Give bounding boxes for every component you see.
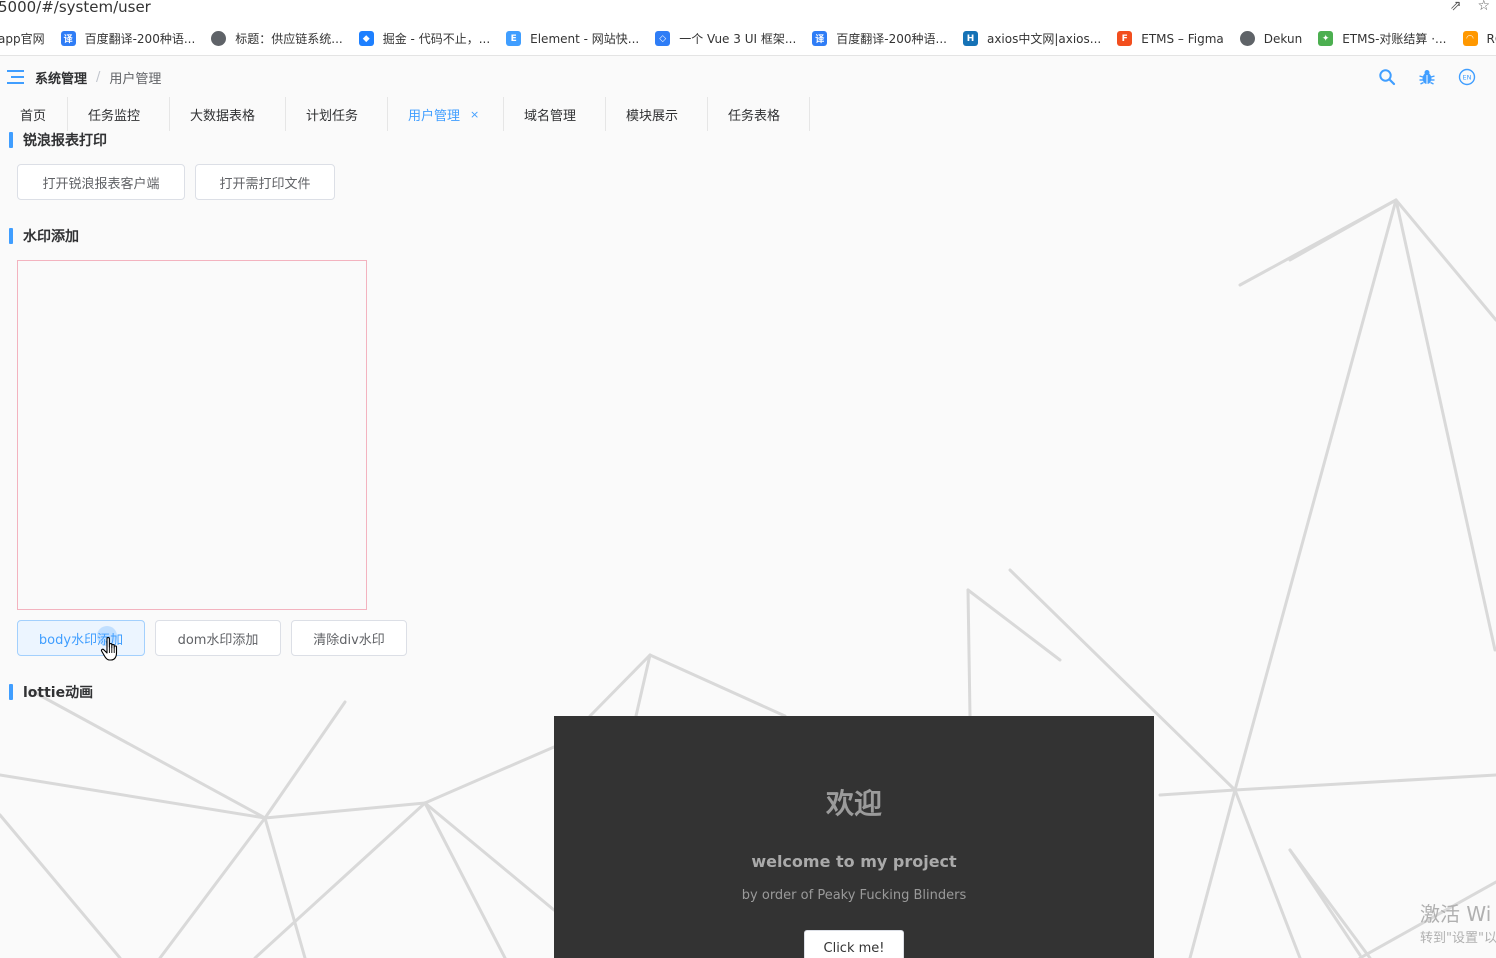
header-icons: EN: [1378, 68, 1476, 86]
bookmarks-bar: app官网译百度翻译-200种语... 标题：供应链系统... ◆ 掘金 - 代码不止…: [0, 22, 1496, 56]
browser-url-bar[interactable]: 5000/#/system/user ⇗ ☆: [0, 0, 1496, 22]
bookmark-label: axios中文网|axios...: [986, 32, 1102, 46]
bookmark-item[interactable]: Dekun: [1239, 31, 1303, 46]
tab-label: 用户管理: [408, 108, 461, 124]
juejin-icon: ◆: [358, 31, 374, 46]
tabs-bar: 首页 任务监控 大数据表格 计划任务 用户管理 × 域名管理 模块展示 任务表格: [0, 97, 810, 131]
section-marker: [9, 132, 13, 148]
tab-label: 任务监控: [88, 108, 141, 124]
bookmark-item[interactable]: ◆ 掘金 - 代码不止，...: [358, 30, 491, 47]
watermark-target-box: [17, 260, 367, 610]
bookmark-label: 标题：供应链系统...: [235, 32, 343, 46]
os-watermark-line2: 转到"设置"以: [1420, 931, 1496, 946]
bookmark-label: Dekun: [1263, 31, 1303, 46]
translate-icon: 译: [60, 31, 76, 46]
section-marker: [9, 228, 13, 244]
bookmark-label: RGB颜色: [1486, 32, 1496, 46]
translate-icon: 译: [812, 31, 828, 46]
app-header: 系统管理 / 用户管理 EN: [0, 57, 1496, 97]
dom-watermark-button[interactable]: dom水印添加: [155, 620, 281, 656]
welcome-byline: by order of Peaky Fucking Blinders: [741, 888, 967, 903]
open-report-client-button[interactable]: 打开锐浪报表客户端: [17, 164, 185, 200]
section-lottie-label: lottie动画: [23, 685, 94, 701]
bookmark-item[interactable]: ◠ RGB颜色: [1462, 30, 1496, 47]
tab-item[interactable]: 任务表格: [708, 97, 810, 131]
bookmark-item[interactable]: 译百度翻译-200种语...: [60, 30, 196, 47]
breadcrumb-user: 用户管理: [109, 71, 162, 87]
breadcrumb-system[interactable]: 系统管理: [35, 68, 87, 87]
hand-cursor-icon: [100, 636, 118, 661]
section-marker: [9, 684, 13, 700]
tab-label: 域名管理: [524, 108, 577, 124]
globe-icon: [1239, 31, 1255, 46]
body-watermark-button[interactable]: body水印添加: [17, 620, 145, 656]
tab-label: 计划任务: [306, 108, 359, 124]
tab-close-icon[interactable]: ×: [470, 108, 479, 121]
svg-text:EN: EN: [1463, 74, 1472, 82]
bookmark-label: 百度翻译-200种语...: [84, 32, 196, 46]
bookmark-item[interactable]: app官网: [0, 30, 45, 47]
star-icon[interactable]: ☆: [1477, 0, 1490, 14]
breadcrumb-separator: /: [96, 69, 101, 85]
open-print-file-button[interactable]: 打开需打印文件: [195, 164, 335, 200]
bookmark-item[interactable]: ◇ 一个 Vue 3 UI 框架...: [655, 30, 796, 47]
globe-icon: [211, 31, 227, 46]
tab-item[interactable]: 域名管理: [504, 97, 606, 131]
section-watermark-label: 水印添加: [23, 229, 79, 245]
bookmark-item[interactable]: ✦ ETMS-对账结算 ·...: [1318, 30, 1447, 47]
url-text[interactable]: 5000/#/system/user: [0, 0, 151, 16]
share-icon[interactable]: ⇗: [1450, 0, 1462, 14]
bookmark-item[interactable]: 标题：供应链系统...: [211, 30, 343, 47]
os-watermark-line1: 激活 Wi: [1420, 902, 1492, 926]
bookmark-item[interactable]: E Element - 网站快...: [506, 30, 639, 47]
figma-icon: F: [1117, 31, 1133, 46]
bookmark-label: 一个 Vue 3 UI 框架...: [679, 32, 797, 46]
tab-label: 大数据表格: [190, 108, 256, 124]
tab-item[interactable]: 模块展示: [606, 97, 708, 131]
language-icon[interactable]: EN: [1458, 68, 1476, 86]
tab-item[interactable]: 用户管理 ×: [388, 97, 504, 131]
bookmark-label: 掘金 - 代码不止，...: [382, 32, 491, 46]
tab-item[interactable]: 首页: [0, 97, 68, 131]
tab-label: 首页: [20, 108, 47, 124]
url-actions: ⇗ ☆: [1450, 0, 1490, 14]
rainbow-icon: ◠: [1462, 31, 1478, 46]
click-me-button[interactable]: Click me!: [804, 930, 904, 958]
tab-label: 任务表格: [728, 108, 781, 124]
bookmark-label: 百度翻译-200种语...: [836, 32, 947, 46]
section-report-title: 锐浪报表打印: [9, 132, 107, 149]
tab-item[interactable]: 任务监控: [68, 97, 170, 131]
bookmark-label: app官网: [0, 32, 45, 46]
menu-toggle-icon[interactable]: [7, 70, 24, 84]
tab-item[interactable]: 大数据表格: [170, 97, 286, 131]
bookmark-item[interactable]: 译百度翻译-200种语...: [812, 30, 947, 47]
section-report-label: 锐浪报表打印: [23, 133, 107, 149]
clear-watermark-button[interactable]: 清除div水印: [291, 620, 407, 656]
bookmark-item[interactable]: F ETMS – Figma: [1117, 31, 1224, 46]
welcome-subtitle: welcome to my project: [751, 852, 957, 871]
element-icon: E: [506, 31, 522, 46]
welcome-panel: 欢迎 welcome to my project by order of Pea…: [554, 716, 1154, 958]
os-activation-watermark: 激活 Wi 转到"设置"以: [1420, 898, 1496, 946]
bookmark-label: Element - 网站快...: [530, 32, 640, 46]
hex-icon: H: [962, 31, 978, 46]
cube-icon: ◇: [655, 31, 671, 46]
welcome-title: 欢迎: [825, 787, 882, 820]
bookmark-item[interactable]: Haxios中文网|axios...: [962, 30, 1102, 47]
bookmark-label: ETMS-对账结算 ·...: [1342, 32, 1447, 46]
bug-icon[interactable]: [1418, 68, 1436, 86]
leaf-icon: ✦: [1318, 31, 1334, 46]
tab-label: 模块展示: [626, 108, 679, 124]
section-watermark-title: 水印添加: [9, 228, 79, 245]
breadcrumb: 系统管理 / 用户管理: [35, 68, 161, 87]
tab-item[interactable]: 计划任务: [286, 97, 388, 131]
section-lottie-title: lottie动画: [9, 684, 94, 701]
bookmark-label: ETMS – Figma: [1141, 31, 1224, 46]
search-icon[interactable]: [1378, 68, 1396, 86]
